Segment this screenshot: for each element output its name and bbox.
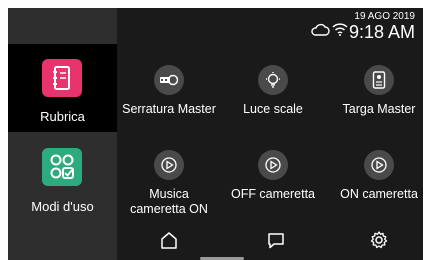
sidebar-item-label: Modi d'uso bbox=[31, 199, 94, 214]
time-label: 9:18 AM bbox=[348, 22, 415, 42]
lightbulb-icon bbox=[258, 65, 288, 95]
tile-luce-scale[interactable]: Luce scale bbox=[218, 65, 328, 125]
cloud-icon bbox=[311, 23, 330, 36]
entry-panel-icon bbox=[364, 65, 394, 95]
tile-targa-master[interactable]: Targa Master bbox=[324, 65, 423, 125]
tile-label: Musica cameretta ON bbox=[130, 187, 208, 216]
play-icon bbox=[364, 150, 394, 180]
tile-musica-cameretta-on[interactable]: Musica cameretta ON bbox=[114, 150, 224, 220]
tile-off-cameretta[interactable]: OFF cameretta bbox=[218, 150, 328, 210]
tile-label: ON cameretta bbox=[340, 187, 418, 201]
date-label: 19 AGO 2019 bbox=[354, 11, 415, 22]
tile-label: OFF cameretta bbox=[230, 187, 316, 201]
key-lock-icon bbox=[154, 65, 184, 95]
sidebar-header bbox=[8, 8, 117, 44]
home-icon[interactable] bbox=[159, 230, 179, 250]
tile-label: Serratura Master bbox=[122, 102, 216, 116]
play-icon bbox=[258, 150, 288, 180]
sidebar-item-label: Rubrica bbox=[40, 109, 85, 124]
usage-modes-icon bbox=[42, 148, 82, 186]
wifi-icon bbox=[332, 23, 348, 36]
sidebar-item-rubrica[interactable]: Rubrica bbox=[8, 44, 117, 132]
play-icon bbox=[154, 150, 184, 180]
chat-icon[interactable] bbox=[266, 230, 286, 250]
screen: Rubrica Modi d'uso 19 AGO 2019 9:18 AM S… bbox=[8, 8, 423, 260]
settings-icon[interactable] bbox=[369, 230, 389, 250]
tile-label: Luce scale bbox=[243, 102, 303, 116]
tile-on-cameretta[interactable]: ON cameretta bbox=[324, 150, 423, 210]
sidebar: Rubrica Modi d'uso bbox=[8, 8, 117, 260]
tile-label: Targa Master bbox=[342, 102, 416, 116]
tile-serratura-master[interactable]: Serratura Master bbox=[114, 65, 224, 125]
address-book-icon bbox=[42, 59, 82, 97]
sidebar-item-modi-duso[interactable]: Modi d'uso bbox=[8, 132, 117, 260]
